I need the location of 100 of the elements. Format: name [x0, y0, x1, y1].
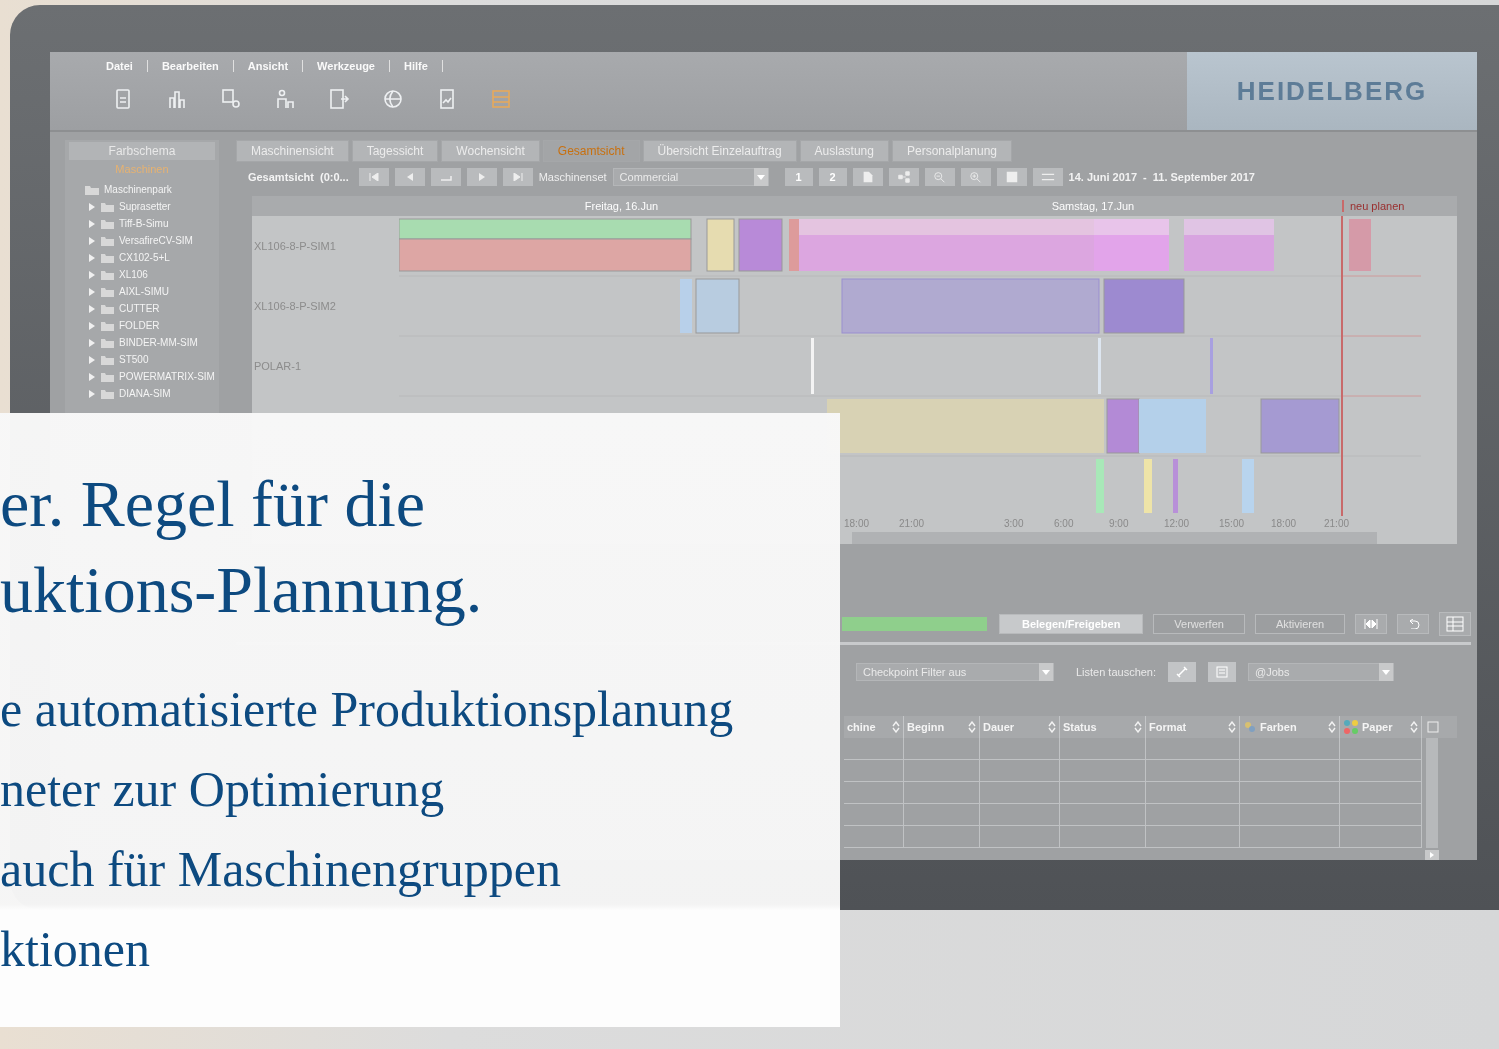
- folder-icon: [101, 201, 114, 212]
- menu-item[interactable]: Bearbeiten: [161, 60, 219, 72]
- square-icon[interactable]: [996, 168, 1027, 186]
- caret-right-icon[interactable]: [89, 202, 96, 211]
- paper-icon: [1342, 719, 1359, 735]
- replan-header[interactable]: neu planen: [1341, 200, 1405, 212]
- action-button[interactable]: Belegen/Freigeben: [998, 614, 1144, 634]
- page-button[interactable]: 1: [784, 168, 813, 186]
- zoom-in-icon[interactable]: [960, 168, 991, 186]
- time-label: 15:00: [1218, 518, 1244, 529]
- sort-icon[interactable]: [1327, 721, 1336, 733]
- section-title: Maschinen: [114, 162, 170, 177]
- tree-item[interactable]: DIANA-SIM: [119, 388, 171, 399]
- column-header[interactable]: Paper: [1361, 721, 1407, 733]
- column-header[interactable]: Beginn: [906, 721, 965, 733]
- next-icon[interactable]: [466, 168, 497, 186]
- tree-item[interactable]: BINDER-MM-SIM: [119, 337, 198, 348]
- column-header[interactable]: Status: [1062, 721, 1131, 733]
- caret-right-icon[interactable]: [89, 253, 96, 262]
- caret-down-icon[interactable]: [1379, 663, 1394, 681]
- feature-text: ktionen: [0, 920, 151, 979]
- column-header[interactable]: Format: [1148, 721, 1225, 733]
- tree-item[interactable]: VersafireCV-SIM: [119, 235, 193, 246]
- caret-right-icon[interactable]: [89, 321, 96, 330]
- feature-text: neter zur Optimierung: [0, 760, 446, 819]
- tree-item[interactable]: POWERMATRIX-SIM: [119, 371, 215, 382]
- column-header[interactable]: Farben: [1259, 721, 1325, 733]
- date-from: 14. Juni 2017: [1068, 171, 1138, 183]
- tree-item[interactable]: FOLDER: [119, 320, 160, 331]
- last-page-icon[interactable]: [502, 168, 533, 186]
- caret-right-icon[interactable]: [89, 236, 96, 245]
- caret-down-icon[interactable]: [1038, 663, 1053, 681]
- day-header: Samstag, 17.Jun: [1050, 200, 1136, 212]
- sort-icon[interactable]: [891, 721, 900, 733]
- document-icon[interactable]: [852, 168, 883, 186]
- grid-icon[interactable]: [1439, 612, 1472, 636]
- menu-item[interactable]: Hilfe: [404, 60, 428, 72]
- caret-right-icon[interactable]: [89, 372, 96, 381]
- link-icon[interactable]: [1168, 662, 1197, 682]
- caret-right-icon[interactable]: [89, 304, 96, 313]
- list-dropdown[interactable]: @Jobs: [1248, 663, 1395, 681]
- date-separator: -: [1143, 171, 1147, 183]
- menu-item[interactable]: Ansicht: [247, 60, 289, 72]
- column-header[interactable]: chine: [846, 721, 889, 733]
- scroll-right-icon[interactable]: [1425, 850, 1440, 860]
- caret-right-icon[interactable]: [89, 389, 96, 398]
- lines-icon[interactable]: [1032, 168, 1063, 186]
- swap-lists-label: Listen tauschen:: [1075, 666, 1157, 678]
- machineset-dropdown[interactable]: Commercial: [612, 168, 769, 186]
- first-page-icon[interactable]: [358, 168, 389, 186]
- colors-icon: [1242, 720, 1257, 734]
- caret-right-icon[interactable]: [89, 338, 96, 347]
- sort-icon[interactable]: [1133, 721, 1142, 733]
- tree-item[interactable]: XL106: [119, 269, 148, 280]
- caret-right-icon[interactable]: [89, 355, 96, 364]
- skip-icon[interactable]: [1355, 614, 1388, 634]
- tree-structure-icon[interactable]: [888, 168, 919, 186]
- heading-line: uktions-Plannung.: [0, 552, 484, 628]
- page-button[interactable]: 2: [818, 168, 847, 186]
- menu-item[interactable]: Datei: [106, 60, 133, 72]
- previous-icon[interactable]: [394, 168, 425, 186]
- menu-item[interactable]: Werkzeuge: [317, 60, 375, 72]
- sort-icon[interactable]: [967, 721, 976, 733]
- vertical-scrollbar[interactable]: [1425, 738, 1438, 848]
- view-tab[interactable]: Wochensicht: [441, 140, 540, 162]
- caret-right-icon[interactable]: [89, 287, 96, 296]
- column-chooser-icon[interactable]: [1426, 721, 1439, 733]
- tree-item[interactable]: CX102-5+L: [119, 252, 170, 263]
- view-tab[interactable]: Personalplanung: [891, 140, 1013, 162]
- date-to: 11. September 2017: [1152, 171, 1255, 183]
- view-tab[interactable]: Gesamtsicht: [542, 140, 640, 162]
- time-label: 21:00: [1323, 518, 1349, 529]
- view-tab[interactable]: Übersicht Einzelauftrag: [642, 140, 797, 162]
- undo-icon[interactable]: [1397, 614, 1430, 634]
- column-header[interactable]: Dauer: [982, 721, 1045, 733]
- tree-item[interactable]: Suprasetter: [119, 201, 171, 212]
- folders-icon: [85, 184, 99, 195]
- view-tab[interactable]: Tagessicht: [351, 140, 439, 162]
- checkpoint-filter-dropdown[interactable]: Checkpoint Filter aus: [855, 663, 1054, 681]
- sort-icon[interactable]: [1227, 721, 1236, 733]
- horizontal-scrollbar[interactable]: [851, 532, 1378, 544]
- sort-icon[interactable]: [1409, 721, 1418, 733]
- caret-right-icon[interactable]: [89, 219, 96, 228]
- list-icon[interactable]: [1208, 662, 1237, 682]
- time-label: 18:00: [1270, 518, 1296, 529]
- folder-icon: [101, 337, 114, 348]
- view-tab[interactable]: Maschinensicht: [235, 140, 349, 162]
- zoom-out-icon[interactable]: [924, 168, 955, 186]
- caret-down-icon[interactable]: [753, 168, 768, 186]
- time-label: 12:00: [1163, 518, 1189, 529]
- tree-item[interactable]: CUTTER: [119, 303, 160, 314]
- tree-item[interactable]: ST500: [119, 354, 149, 365]
- tree-item[interactable]: AIXL-SIMU: [119, 286, 169, 297]
- machine-label: XL106-8-P-SIM1: [253, 240, 336, 252]
- sort-icon[interactable]: [1047, 721, 1056, 733]
- folder-icon: [101, 235, 114, 246]
- view-tab[interactable]: Auslastung: [799, 140, 889, 162]
- caret-right-icon[interactable]: [89, 270, 96, 279]
- tree-item[interactable]: Tiff-B-Simu: [119, 218, 169, 229]
- tree-item[interactable]: Maschinenpark: [104, 184, 172, 195]
